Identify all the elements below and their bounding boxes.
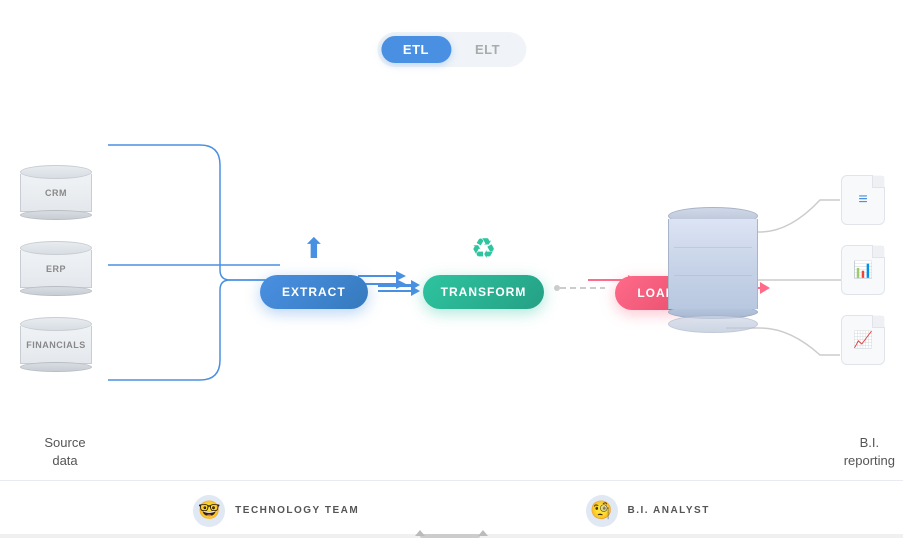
dashed-line — [560, 287, 605, 289]
db-top — [20, 165, 92, 179]
target-cylinder — [668, 207, 758, 333]
extract-node: EXTRACT — [260, 275, 368, 309]
bi-analyst-team: 🧐 B.I. ANALYST — [586, 495, 710, 527]
financials-database: FINANCIALS — [20, 317, 92, 375]
source-databases: CRM ERP FINANCIALS — [20, 165, 92, 375]
bi-item-list: ≡ — [841, 175, 885, 225]
transform-wrapper: ♻ TRANSFORM — [423, 232, 545, 309]
source-data-caption: Source data — [20, 434, 110, 470]
db-body: FINANCIALS — [20, 326, 92, 364]
elt-button[interactable]: ELT — [453, 36, 522, 63]
bi-avatar-icon: 🧐 — [590, 500, 612, 521]
db-body: ERP — [20, 250, 92, 288]
extract-wrapper: ⬆ EXTRACT — [260, 232, 368, 309]
bi-corner — [872, 176, 884, 188]
crm-database: CRM — [20, 165, 92, 223]
arrow-top — [378, 284, 413, 287]
db-top — [20, 317, 92, 331]
bar-icon: 📈 — [853, 330, 873, 350]
upload-icon: ⬆ — [302, 232, 325, 265]
scroll-arrow-right[interactable] — [478, 530, 488, 536]
technology-label-suffix: TEAM — [321, 505, 360, 516]
bi-corner — [872, 316, 884, 328]
scrollbar-thumb[interactable] — [420, 534, 480, 538]
db-top — [20, 241, 92, 255]
db-bottom — [20, 286, 92, 296]
dashed-arrow-container — [554, 285, 605, 291]
etl-elt-toggle: ETL ELT — [377, 32, 526, 67]
footer: 🤓 TECHNOLOGY TEAM 🧐 B.I. ANALYST — [0, 480, 903, 540]
cloud-refresh-icon: ♻ — [471, 232, 496, 265]
bi-reporting-caption: B.I. reporting — [844, 434, 895, 470]
target-body — [668, 219, 758, 309]
double-arrow — [378, 284, 413, 292]
erp-label: ERP — [46, 264, 66, 274]
transform-node: TRANSFORM — [423, 275, 545, 309]
bi-corner — [872, 246, 884, 258]
technology-team-label: TECHNOLOGY TEAM — [235, 505, 359, 516]
bi-item-bar: 📈 — [841, 315, 885, 365]
scroll-arrow-left[interactable] — [415, 530, 425, 536]
bi-reporting-group: ≡ 📊 📈 — [841, 175, 885, 365]
etl-button[interactable]: ETL — [381, 36, 451, 63]
technology-avatar: 🤓 — [193, 495, 225, 527]
db-body: CRM — [20, 174, 92, 212]
technology-avatar-icon: 🤓 — [198, 500, 220, 521]
arrow-bottom — [378, 290, 413, 293]
technology-label-bold: TECHNOLOGY — [235, 505, 320, 516]
db-bottom — [20, 210, 92, 220]
bi-avatar: 🧐 — [586, 495, 618, 527]
financials-label: FINANCIALS — [26, 340, 86, 350]
scrollbar[interactable] — [0, 534, 903, 538]
list-icon: ≡ — [858, 191, 867, 209]
bi-analyst-label-text: B.I. ANALYST — [628, 505, 710, 516]
erp-database: ERP — [20, 241, 92, 299]
bi-analyst-label: B.I. ANALYST — [628, 505, 710, 516]
db-bottom — [20, 362, 92, 372]
technology-team: 🤓 TECHNOLOGY TEAM — [193, 495, 359, 527]
target-database — [668, 207, 758, 333]
crm-label: CRM — [45, 188, 67, 198]
bi-item-chart: 📊 — [841, 245, 885, 295]
target-ring — [668, 315, 758, 333]
chart-icon: 📊 — [853, 260, 873, 280]
